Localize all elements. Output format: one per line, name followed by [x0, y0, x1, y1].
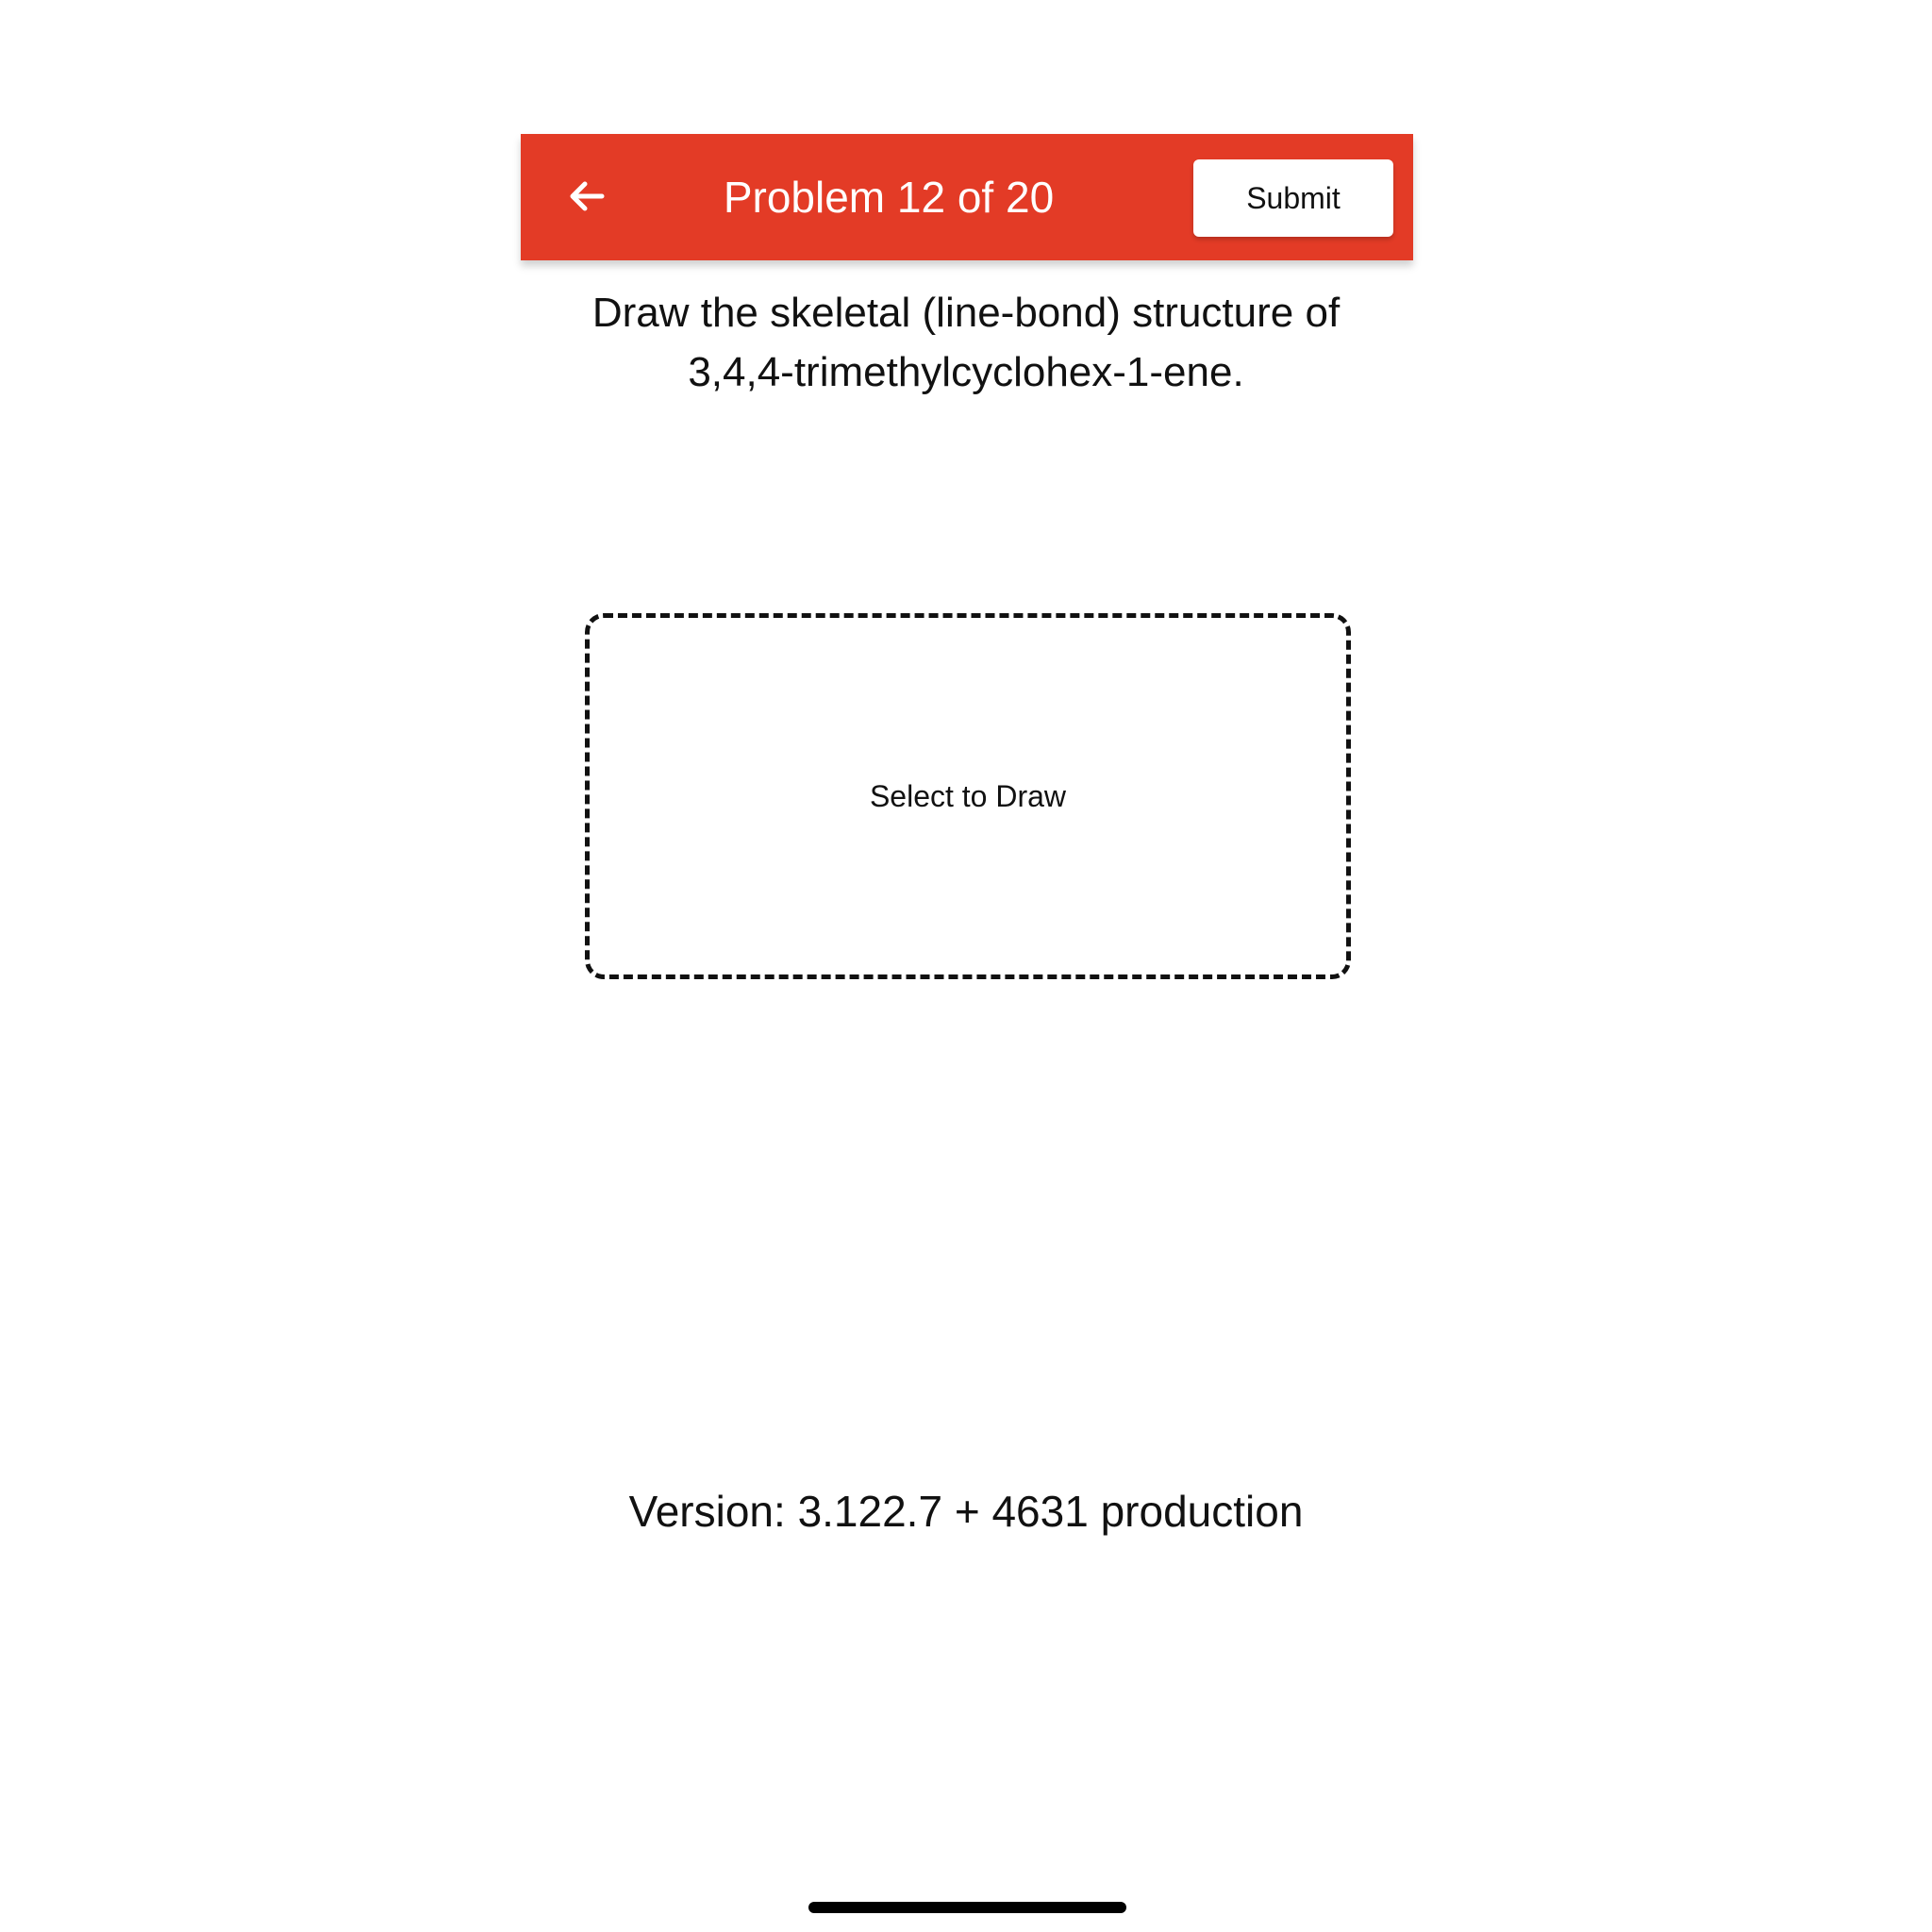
back-button[interactable]: [558, 168, 615, 225]
problem-screen: Problem 12 of 20 Submit Draw the skeleta…: [0, 0, 1932, 1932]
version-text: Version: 3.122.7 + 4631 production: [628, 1487, 1304, 1536]
header-bar: Problem 12 of 20 Submit: [521, 134, 1413, 260]
question-text: Draw the skeletal (line-bond) structure …: [591, 290, 1341, 395]
home-indicator[interactable]: [808, 1902, 1126, 1913]
draw-area-label: Select to Draw: [869, 778, 1067, 813]
submit-button[interactable]: Submit: [1193, 159, 1393, 237]
draw-area[interactable]: Select to Draw: [585, 613, 1351, 979]
page-title: Problem 12 of 20: [723, 173, 1055, 222]
arrow-left-icon: [570, 181, 605, 211]
